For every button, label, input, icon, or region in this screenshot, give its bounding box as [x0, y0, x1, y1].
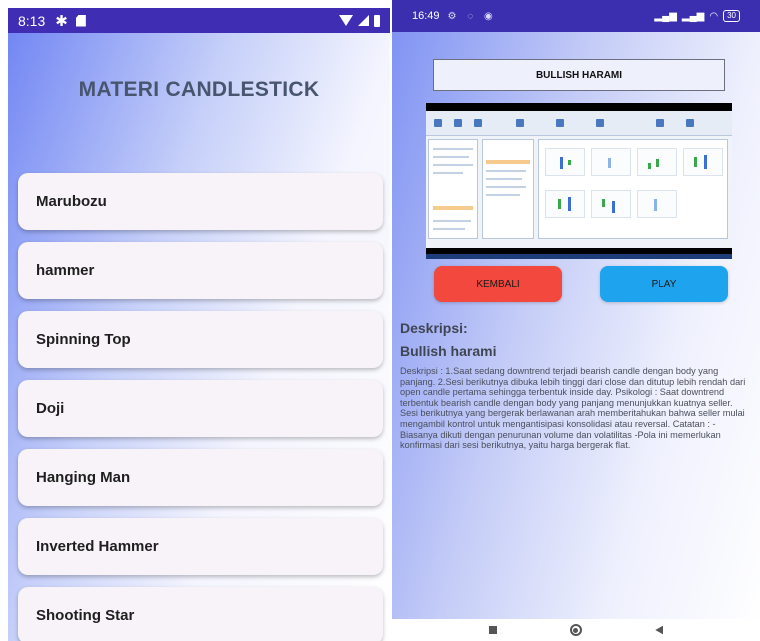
row-line — [486, 186, 526, 188]
video-ribbon — [426, 111, 732, 136]
candle — [602, 199, 605, 207]
navigation-bar — [392, 619, 760, 641]
row-line — [486, 178, 522, 180]
candle — [568, 197, 571, 211]
row-line — [433, 228, 465, 230]
kembali-button[interactable]: KEMBALI — [434, 266, 562, 302]
chart-tile — [545, 190, 585, 218]
chart-tile — [637, 148, 677, 176]
chart-tile — [591, 148, 631, 176]
row-line — [433, 164, 473, 166]
menu-item-shooting-star[interactable]: Shooting Star — [18, 587, 383, 641]
menu-item-spinning-top[interactable]: Spinning Top — [18, 311, 383, 368]
status-time: 16:49 — [412, 10, 440, 22]
ribbon-icon — [474, 119, 482, 127]
row-line — [433, 148, 473, 150]
row-highlight — [486, 160, 530, 164]
notification-icons: ⚙ ◌ ◉ — [447, 10, 497, 22]
candle — [612, 201, 615, 213]
video-player[interactable] — [426, 103, 732, 259]
description-heading: Deskripsi: — [400, 320, 468, 336]
video-taskbar — [426, 254, 732, 259]
battery-icon: 30 — [723, 10, 740, 22]
menu-item-hanging-man[interactable]: Hanging Man — [18, 449, 383, 506]
page-title: MATERI CANDLESTICK — [78, 78, 320, 101]
chart-tile — [591, 190, 631, 218]
row-line — [486, 194, 520, 196]
row-line — [433, 156, 469, 158]
chart-tile — [637, 190, 677, 218]
home-icon[interactable] — [569, 624, 582, 636]
signal-icon-2: ▂▄▆ — [681, 10, 705, 22]
video-frame — [426, 111, 732, 248]
material-title: BULLISH HARAMI — [433, 59, 725, 91]
ribbon-icon — [656, 119, 664, 127]
menu-item-marubozu[interactable]: Marubozu — [18, 173, 383, 230]
row-line — [433, 220, 471, 222]
menu-item-hammer[interactable]: hammer — [18, 242, 383, 299]
status-bar: 16:49 ⚙ ◌ ◉ ▂▄▆ ▂▄▆ ◠ 30 — [392, 0, 760, 32]
battery-icon — [374, 14, 380, 27]
video-panel-charts — [538, 139, 728, 239]
back-icon[interactable] — [655, 625, 664, 635]
play-button[interactable]: PLAY — [600, 266, 728, 302]
candle — [648, 163, 651, 169]
chart-tile — [545, 148, 585, 176]
candle — [704, 155, 707, 169]
row-highlight — [433, 206, 473, 210]
settings-icon: ✱ — [55, 12, 68, 30]
menu-item-inverted-hammer[interactable]: Inverted Hammer — [18, 518, 383, 575]
sd-card-icon — [75, 14, 86, 27]
status-time: 8:13 — [18, 12, 46, 29]
ribbon-icon — [596, 119, 604, 127]
candle — [656, 159, 659, 167]
candle — [558, 199, 561, 209]
description-text: Deskripsi : 1.Saat sedang downtrend terj… — [400, 366, 746, 451]
wifi-icon — [339, 15, 353, 26]
candle — [608, 158, 611, 168]
status-bar: 8:13 ✱ — [8, 8, 390, 33]
row-line — [486, 170, 526, 172]
signal-icon: ▂▄▆ — [654, 10, 677, 22]
pattern-name: Bullish harami — [400, 343, 497, 359]
signal-icon — [358, 15, 369, 26]
ribbon-icon — [516, 119, 524, 127]
right-screen: 16:49 ⚙ ◌ ◉ ▂▄▆ ▂▄▆ ◠ 30 BULLISH HARAMI — [392, 0, 760, 641]
recent-apps-icon[interactable] — [488, 626, 497, 634]
wifi-icon: ◠ — [709, 10, 719, 22]
ribbon-icon — [434, 119, 442, 127]
menu-item-doji[interactable]: Doji — [18, 380, 383, 437]
ribbon-icon — [556, 119, 564, 127]
candlestick-menu: Marubozu hammer Spinning Top Doji Hangin… — [18, 173, 383, 641]
candle — [654, 199, 657, 211]
left-screen: 8:13 ✱ MATERI CANDLESTICK Marubozu hamme… — [8, 8, 390, 641]
candle — [560, 157, 563, 169]
video-panel-middle — [482, 139, 534, 239]
chart-tile — [683, 148, 723, 176]
candle — [694, 157, 697, 167]
row-line — [433, 172, 463, 174]
ribbon-icon — [454, 119, 462, 127]
candle — [568, 160, 571, 165]
ribbon-icon — [686, 119, 694, 127]
video-panel-left — [428, 139, 478, 239]
